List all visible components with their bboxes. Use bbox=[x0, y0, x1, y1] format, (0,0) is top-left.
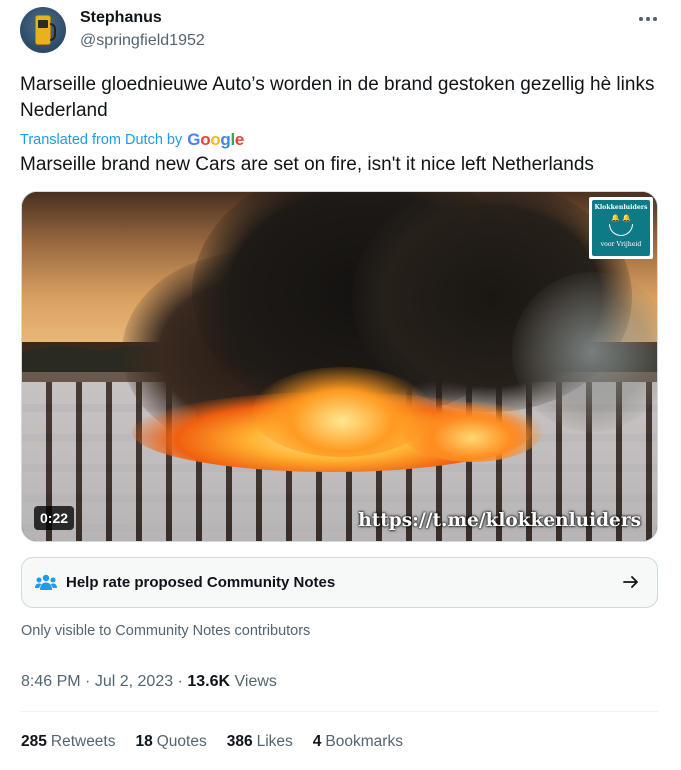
video-watermark-url: https://t.me/klokkenluiders bbox=[358, 510, 641, 531]
avatar-pump-hose bbox=[50, 23, 56, 41]
arrow-right-icon bbox=[623, 576, 638, 588]
community-notes-icon bbox=[35, 574, 57, 590]
meta-separator: · bbox=[177, 673, 183, 690]
views-label: Views bbox=[234, 673, 277, 690]
community-notes-hint: Only visible to Community Notes contribu… bbox=[21, 623, 311, 639]
likes-count: 386 bbox=[226, 733, 253, 750]
badge-top-label: Klokkenluiders bbox=[594, 204, 648, 211]
likes-stat[interactable]: 386 Likes bbox=[227, 732, 293, 752]
avatar-pump-screen bbox=[38, 20, 48, 28]
avatar[interactable] bbox=[20, 7, 66, 53]
tweet-text: Marseille gloednieuwe Auto’s worden in d… bbox=[20, 74, 655, 121]
retweets-count: 285 bbox=[21, 733, 47, 750]
more-options-icon[interactable] bbox=[634, 6, 662, 30]
tweet-date[interactable]: Jul 2, 2023 bbox=[95, 673, 173, 690]
bookmarks-stat[interactable]: 4 Bookmarks bbox=[313, 732, 403, 752]
retweets-label: Retweets bbox=[50, 733, 116, 750]
views-count: 13.6K bbox=[187, 673, 231, 690]
badge-bottom-label: voor Vrijheid bbox=[600, 241, 642, 248]
bell-icon: 🔔 🔔 bbox=[611, 215, 631, 222]
bookmarks-label: Bookmarks bbox=[325, 733, 403, 750]
translated-from-link[interactable]: Translated from Dutch by Google bbox=[20, 130, 244, 150]
community-notes-button[interactable]: Help rate proposed Community Notes bbox=[21, 557, 658, 608]
community-notes-label: Help rate proposed Community Notes bbox=[66, 574, 336, 591]
display-name[interactable]: Stephanus bbox=[80, 8, 162, 28]
tweet: Stephanus @springfield1952 Marseille glo… bbox=[0, 0, 681, 770]
likes-label: Likes bbox=[256, 733, 293, 750]
tweet-stats: 285 Retweets 18 Quotes 386 Likes 4 Bookmarks bbox=[21, 732, 423, 752]
translated-from-label: Translated from Dutch by bbox=[20, 132, 183, 148]
bookmarks-count: 4 bbox=[312, 733, 322, 750]
tweet-time[interactable]: 8:46 PM bbox=[21, 673, 81, 690]
retweets-stat[interactable]: 285 Retweets bbox=[21, 732, 116, 752]
meta-separator: · bbox=[85, 673, 91, 690]
user-handle[interactable]: @springfield1952 bbox=[80, 31, 205, 51]
video-thumbnail bbox=[22, 192, 657, 541]
tweet-meta: 8:46 PM · Jul 2, 2023 · 13.6K Views bbox=[21, 672, 277, 692]
divider bbox=[21, 711, 658, 712]
channel-logo-badge: Klokkenluiders 🔔 🔔 voor Vrijheid bbox=[589, 197, 653, 259]
video-player[interactable]: Klokkenluiders 🔔 🔔 voor Vrijheid 0:22 ht… bbox=[21, 191, 658, 542]
video-duration: 0:22 bbox=[34, 506, 75, 530]
quotes-label: Quotes bbox=[156, 733, 207, 750]
quotes-stat[interactable]: 18 Quotes bbox=[136, 732, 207, 752]
smile-icon bbox=[609, 224, 633, 236]
google-logo: Google bbox=[187, 130, 245, 149]
translated-text: Marseille brand new Cars are set on fire… bbox=[20, 154, 594, 175]
quotes-count: 18 bbox=[135, 733, 153, 750]
